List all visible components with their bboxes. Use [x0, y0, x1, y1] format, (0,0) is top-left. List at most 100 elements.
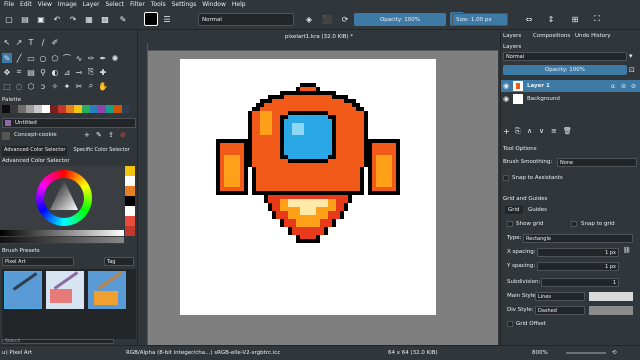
freehand-select-icon[interactable]: ↄ	[38, 81, 48, 91]
rotate-icon[interactable]: ⟲	[612, 350, 617, 356]
x-spacing-field[interactable]: 1 px	[537, 248, 619, 257]
undo-icon[interactable]: ↶	[50, 12, 64, 26]
palette-swatch[interactable]	[74, 105, 82, 113]
pattern-icon[interactable]: ▩	[98, 12, 112, 26]
delete-layer-icon[interactable]: 🗑	[563, 127, 572, 135]
menu-image[interactable]: Image	[58, 1, 77, 8]
fill-tool-icon[interactable]: ◐	[50, 67, 60, 77]
bezier-select-icon[interactable]: ✂	[74, 81, 84, 91]
brush-thumbnail[interactable]	[2, 132, 10, 140]
tab-grid[interactable]: Grid	[505, 206, 523, 214]
tag-button[interactable]: Tag	[104, 257, 134, 266]
layer-blend-select[interactable]: Normal	[503, 52, 627, 61]
palette-swatch[interactable]	[114, 105, 122, 113]
palette-swatch[interactable]	[42, 105, 50, 113]
tab-undo-history[interactable]: Undo History	[575, 33, 611, 39]
blend-mode-select[interactable]: Normal	[198, 13, 294, 26]
new-document-icon[interactable]: ▢	[2, 12, 16, 26]
bezier-tool-icon[interactable]: ∿	[74, 53, 84, 63]
palette-name-field[interactable]: Untitled	[2, 118, 136, 128]
palette-swatch[interactable]	[26, 105, 34, 113]
rect-select-icon[interactable]: ⬚	[2, 81, 12, 91]
menu-layer[interactable]: Layer	[83, 1, 100, 8]
menu-help[interactable]: Help	[232, 1, 246, 8]
canvas[interactable]	[180, 59, 436, 315]
redo-icon[interactable]: ↷	[66, 12, 80, 26]
wrap-around-icon[interactable]: ⊞	[568, 12, 582, 26]
reference-tool-icon[interactable]: ⎘	[86, 67, 96, 77]
menu-tools[interactable]: Tools	[151, 1, 166, 8]
mirror-horizontal-icon[interactable]: ⇔	[522, 12, 536, 26]
similar-select-icon[interactable]: ✦	[62, 81, 72, 91]
inherit-alpha-icon[interactable]: ⊘	[621, 83, 626, 90]
brush-preset-tile[interactable]	[4, 271, 42, 309]
polygon-tool-icon[interactable]: ⬠	[50, 53, 60, 63]
menu-window[interactable]: Window	[202, 1, 226, 8]
history-swatch[interactable]	[125, 196, 135, 206]
lock-icon[interactable]: ⊡	[629, 66, 635, 74]
layer-row-layer-1[interactable]: ◉ Layer 1 α ⊘ ⊘	[501, 80, 640, 92]
freehand-brush-icon[interactable]: ✎	[2, 53, 12, 63]
visibility-eye-icon[interactable]: ◉	[503, 95, 509, 103]
delete-icon[interactable]: ⊘	[120, 131, 126, 139]
tab-specific-color[interactable]: Specific Color Selector	[71, 146, 131, 156]
eraser-mode-icon[interactable]: ◈	[302, 12, 316, 26]
assistant-tool-icon[interactable]: ⊿	[62, 67, 72, 77]
brush-preset-icon[interactable]: ✎	[116, 12, 130, 26]
smart-patch-icon[interactable]: ✚	[98, 67, 108, 77]
measure-tool-icon[interactable]: ⊸	[74, 67, 84, 77]
main-color-swatch[interactable]	[589, 292, 633, 301]
color-picker-icon[interactable]: ⚲	[38, 67, 48, 77]
select-shapes-icon[interactable]: ↖	[2, 37, 12, 47]
y-spacing-field[interactable]: 1 px	[537, 262, 619, 271]
show-grid-checkbox[interactable]	[507, 221, 513, 227]
menu-filter[interactable]: Filter	[130, 1, 145, 8]
palette-swatch[interactable]	[2, 105, 10, 113]
value-slider[interactable]	[0, 230, 124, 236]
menu-edit[interactable]: Edit	[20, 1, 32, 8]
palette-swatch[interactable]	[50, 105, 58, 113]
transform-icon[interactable]: ↗	[14, 37, 24, 47]
properties-icon[interactable]: ≡	[551, 127, 557, 135]
palette-swatch[interactable]	[106, 105, 114, 113]
brush-preset-search[interactable]: Search	[2, 339, 114, 344]
ellipse-tool-icon[interactable]: ○	[38, 53, 48, 63]
palette-swatch[interactable]	[18, 105, 26, 113]
text-tool-icon[interactable]: T	[26, 37, 36, 47]
brush-preset-filter[interactable]: Pixel Art	[2, 257, 74, 266]
saturation-triangle[interactable]	[36, 170, 92, 226]
palette-swatch[interactable]	[82, 105, 90, 113]
palette-swatch[interactable]	[98, 105, 106, 113]
polygon-select-icon[interactable]: ⬡	[26, 81, 36, 91]
visibility-eye-icon[interactable]: ◉	[503, 82, 509, 90]
size-slider[interactable]: Size: 1.00 px	[452, 13, 508, 26]
dynamic-brush-icon[interactable]: ✒	[98, 53, 108, 63]
move-down-icon[interactable]: ∨	[539, 127, 544, 135]
palette-swatch[interactable]	[66, 105, 74, 113]
gradient-tool-icon[interactable]: ▤	[26, 67, 36, 77]
layer-lock-icon[interactable]: ⊘	[631, 83, 636, 90]
snap-assistants-checkbox[interactable]	[503, 175, 509, 181]
layer-row-background[interactable]: ◉ Background	[501, 93, 640, 105]
rectangle-tool-icon[interactable]: ▭	[26, 53, 36, 63]
palette-swatch[interactable]	[122, 105, 130, 113]
status-zoom[interactable]: 800%	[532, 350, 548, 356]
hue-ring[interactable]	[36, 170, 92, 226]
history-swatch[interactable]	[125, 226, 135, 236]
contiguous-select-icon[interactable]: ✧	[50, 81, 60, 91]
freehand-path-icon[interactable]: ✑	[86, 53, 96, 63]
crop-tool-icon[interactable]: ⌗	[14, 67, 24, 77]
import-icon[interactable]: ⇪	[108, 131, 114, 139]
grid-type-select[interactable]: Rectangle	[523, 234, 633, 243]
brush-smoothing-select[interactable]: None	[557, 158, 637, 167]
brush-preset-tile[interactable]	[46, 271, 84, 309]
shade-slider[interactable]	[0, 237, 124, 243]
move-up-icon[interactable]: ∧	[527, 127, 532, 135]
duplicate-layer-icon[interactable]: ⎘	[515, 127, 521, 136]
alpha-lock-icon[interactable]: α	[611, 83, 615, 90]
menu-select[interactable]: Select	[105, 1, 124, 8]
preserve-alpha-icon[interactable]: ⟳	[338, 12, 352, 26]
foreground-color-swatch[interactable]	[144, 12, 158, 26]
line-tool-icon[interactable]: ╱	[14, 53, 24, 63]
chain-link-icon[interactable]: ⛓	[623, 247, 631, 254]
